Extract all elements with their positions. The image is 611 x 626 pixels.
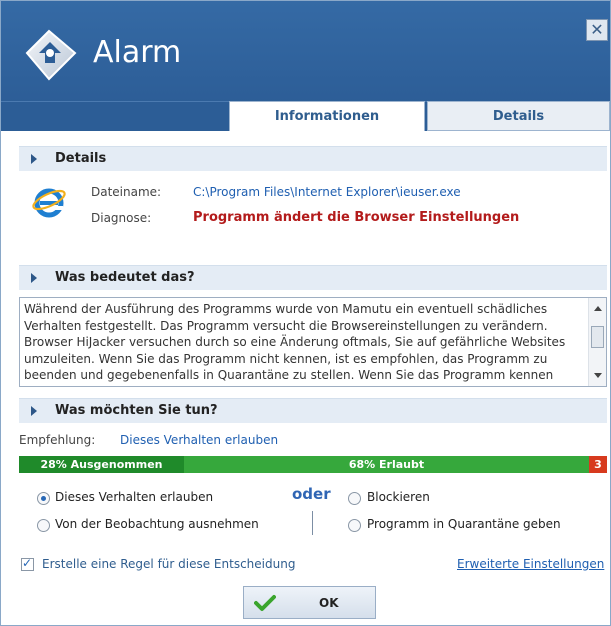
internet-explorer-icon bbox=[32, 188, 66, 218]
description-text: Während der Ausführung des Programms wur… bbox=[24, 302, 566, 382]
radio-allow[interactable] bbox=[37, 492, 50, 505]
recommendation-label: Empfehlung: bbox=[19, 433, 96, 447]
create-rule-checkbox[interactable]: ✓ bbox=[21, 556, 34, 571]
scroll-down-icon[interactable] bbox=[594, 373, 602, 378]
section-header-action[interactable]: Was möchten Sie tun? bbox=[19, 398, 607, 423]
diagnosis-value: Programm ändert die Browser Einstellunge… bbox=[193, 210, 520, 225]
bar-segment-blocked: 3 bbox=[589, 456, 607, 473]
mamutu-logo-icon bbox=[25, 29, 77, 81]
bar-segment-allowed: 68% Erlaubt bbox=[184, 456, 589, 473]
section-title-meaning: Was bedeutet das? bbox=[55, 270, 195, 285]
checkmark-icon: ✓ bbox=[22, 556, 33, 570]
bar-segment-excluded: 28% Ausgenommen bbox=[19, 456, 184, 473]
radio-label-quarantine[interactable]: Programm in Quarantäne geben bbox=[367, 517, 561, 531]
diagnosis-label: Diagnose: bbox=[91, 211, 152, 225]
radio-label-exclude[interactable]: Von der Beobachtung ausnehmen bbox=[55, 517, 259, 531]
create-rule-label[interactable]: Erstelle eine Regel für diese Entscheidu… bbox=[42, 557, 295, 571]
or-separator: oder bbox=[292, 485, 331, 503]
expand-arrow-icon bbox=[31, 273, 37, 283]
options-divider bbox=[312, 511, 313, 535]
expand-arrow-icon bbox=[31, 154, 37, 164]
ok-button[interactable]: OK bbox=[243, 586, 376, 619]
scroll-thumb[interactable] bbox=[591, 326, 604, 348]
tab-details[interactable]: Details bbox=[427, 101, 610, 131]
radio-block[interactable] bbox=[348, 492, 361, 505]
description-scrollbar[interactable] bbox=[588, 298, 606, 386]
community-decision-bar: 28% Ausgenommen 68% Erlaubt 3 bbox=[19, 456, 607, 473]
file-name-value: C:\Program Files\Internet Explorer\ieuse… bbox=[193, 185, 461, 199]
advanced-settings-link[interactable]: Erweiterte Einstellungen bbox=[457, 557, 604, 571]
recommendation-value: Dieses Verhalten erlauben bbox=[120, 433, 279, 447]
scroll-up-icon[interactable] bbox=[594, 306, 602, 311]
section-header-details[interactable]: Details bbox=[19, 146, 607, 171]
radio-label-allow[interactable]: Dieses Verhalten erlauben bbox=[55, 490, 213, 504]
section-title-details: Details bbox=[55, 151, 107, 166]
radio-label-block[interactable]: Blockieren bbox=[367, 490, 430, 504]
section-header-meaning[interactable]: Was bedeutet das? bbox=[19, 265, 607, 290]
expand-arrow-icon bbox=[31, 406, 37, 416]
radio-exclude[interactable] bbox=[37, 519, 50, 532]
window-title: Alarm bbox=[93, 35, 182, 70]
ok-button-label: OK bbox=[319, 596, 339, 610]
ok-check-icon bbox=[254, 595, 276, 611]
tab-informationen[interactable]: Informationen bbox=[229, 101, 425, 131]
description-textbox[interactable]: Während der Ausführung des Programms wur… bbox=[19, 297, 607, 387]
alarm-window: Alarm ✕ Informationen Details Details Da… bbox=[0, 0, 611, 626]
close-button[interactable]: ✕ bbox=[586, 19, 608, 41]
section-title-action: Was möchten Sie tun? bbox=[55, 403, 218, 418]
file-name-label: Dateiname: bbox=[91, 185, 162, 199]
radio-quarantine[interactable] bbox=[348, 519, 361, 532]
